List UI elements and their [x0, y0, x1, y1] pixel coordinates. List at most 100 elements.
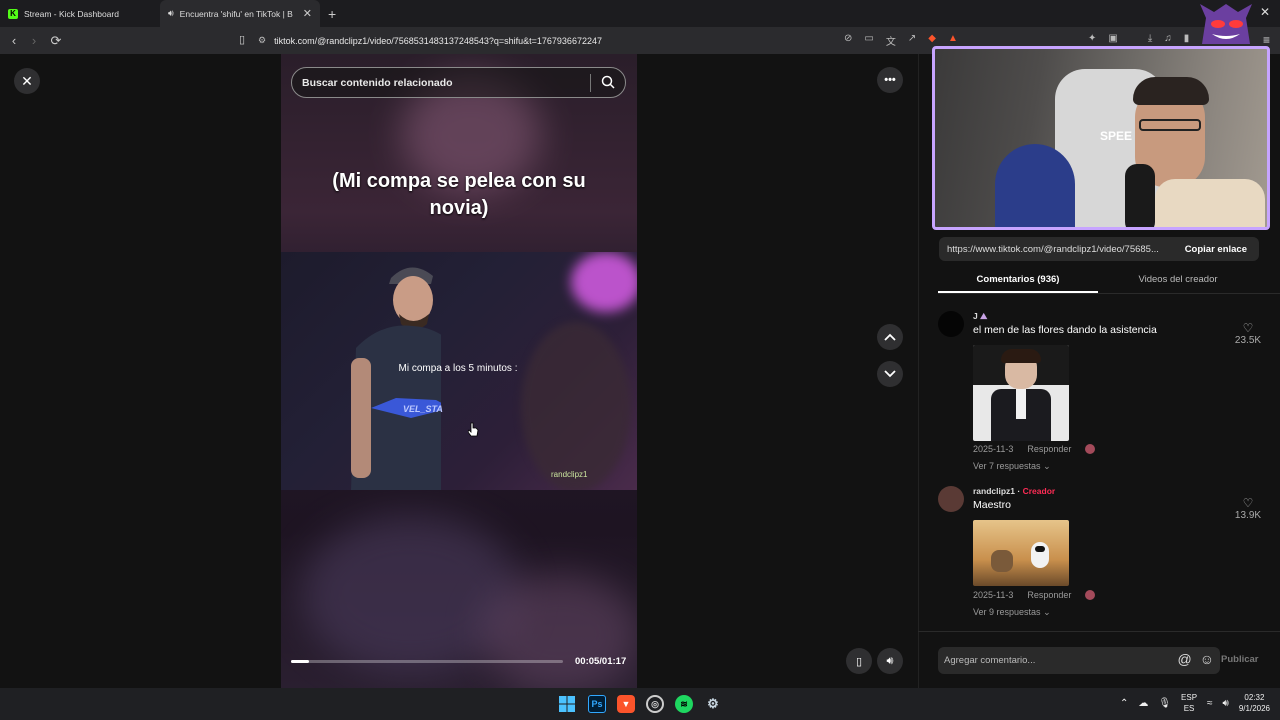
more-options-button[interactable]: •••	[877, 67, 903, 93]
like-count: 23.5K	[1234, 335, 1262, 346]
reply-button[interactable]: Responder	[1027, 590, 1071, 600]
avatar[interactable]	[938, 486, 964, 512]
progress-fill	[291, 660, 309, 663]
volume-button[interactable]: 🔊︎	[877, 648, 903, 674]
spotify-icon[interactable]: ≋	[675, 695, 693, 713]
cast-icon[interactable]: ▭	[864, 33, 873, 48]
avatar[interactable]	[938, 311, 964, 337]
translate-icon[interactable]: 文	[886, 33, 896, 48]
close-tab-icon[interactable]: ✕	[303, 7, 312, 20]
tray-expand-icon[interactable]: ⌃	[1120, 698, 1128, 709]
share-icon[interactable]: ↗	[908, 33, 916, 48]
like-count: 13.9K	[1234, 510, 1262, 521]
system-tray: ⌃ ☁ 🎙︎ ESP ES ≈ 🔊︎ 02:32 9/1/2026	[1120, 692, 1270, 714]
extensions-icon[interactable]: ✦	[1088, 33, 1096, 44]
publish-button[interactable]: Publicar	[1221, 654, 1259, 665]
tab-title: Encuentra 'shifu' en TikTok | B	[179, 8, 293, 19]
liked-by-creator-icon	[1085, 590, 1096, 600]
brave-browser-icon[interactable]: ▼	[617, 695, 635, 713]
comment-text: Maestro	[973, 499, 1011, 511]
view-replies-button[interactable]: Ver 7 respuestas ⌄	[973, 461, 1051, 472]
emoji-icon[interactable]: ☺	[1200, 651, 1214, 667]
kick-icon: K	[8, 8, 18, 19]
add-comment-input[interactable]: Agregar comentario... @ ☺	[938, 647, 1220, 674]
music-icon[interactable]: ♫	[1164, 33, 1172, 44]
tab-comments[interactable]: Comentarios (936)	[938, 268, 1098, 293]
menu-icon[interactable]: ≡	[1263, 33, 1270, 47]
close-window-icon[interactable]: ✕	[1260, 5, 1270, 19]
back-icon[interactable]: ‹	[4, 33, 24, 48]
user-badge-icon: ⛰	[980, 311, 988, 321]
copy-link-button[interactable]: Copiar enlace	[1173, 244, 1259, 255]
onedrive-icon[interactable]: ☁	[1138, 698, 1148, 709]
reload-icon[interactable]: ⟳	[46, 33, 66, 49]
divider	[918, 631, 1280, 632]
video-progress-bar[interactable]	[291, 660, 563, 663]
url-field[interactable]: ⚙ tiktok.com/@randclipz1/video/756853148…	[258, 31, 918, 50]
mouse-cursor-icon	[468, 422, 479, 437]
mention-icon[interactable]: @	[1177, 651, 1191, 667]
forward-icon[interactable]: ›	[24, 33, 44, 48]
steam-icon[interactable]: ⚙	[704, 695, 722, 713]
toolbar-icons: ✦ ▣ ⤓ ♫ ▮	[1088, 33, 1189, 44]
close-video-button[interactable]: ✕	[14, 68, 40, 94]
like-button[interactable]: ♡ 13.9K	[1228, 496, 1268, 521]
windows-taskbar: Ps ▼ ◎ ≋ ⚙ ⌃ ☁ 🎙︎ ESP ES ≈ 🔊︎ 02:32 9/1/…	[0, 688, 1280, 720]
shirt-print: VEL_STA	[403, 404, 443, 414]
obs-icon[interactable]: ◎	[646, 695, 664, 713]
new-tab-button[interactable]: +	[320, 6, 344, 22]
download-icon[interactable]: ⤓	[1148, 33, 1152, 44]
previous-video-button[interactable]	[877, 324, 903, 350]
video-time: 00:05/01:17	[575, 656, 627, 667]
tab-kick-dashboard[interactable]: K Stream - Kick Dashboard	[0, 0, 160, 27]
comment-image[interactable]	[973, 345, 1069, 441]
comment-username[interactable]: randclipz1 · Creador	[973, 486, 1055, 496]
comment-date: 2025-11-3	[973, 444, 1014, 454]
search-icon[interactable]	[601, 75, 615, 89]
view-replies-button[interactable]: Ver 9 respuestas ⌄	[973, 607, 1051, 618]
comment-date: 2025-11-3	[973, 590, 1014, 600]
clock[interactable]: 02:32 9/1/2026	[1239, 692, 1270, 714]
photoshop-icon[interactable]: Ps	[588, 695, 606, 713]
speaker-icon: 🔊︎	[168, 8, 174, 18]
volume-tray-icon[interactable]: 🔊︎	[1223, 698, 1229, 709]
sidebar-icon[interactable]: ▮	[1184, 33, 1190, 44]
comment-image[interactable]	[973, 520, 1069, 586]
comment-username[interactable]: J ⛰	[973, 311, 987, 322]
liked-by-creator-icon	[1085, 444, 1096, 454]
chevron-down-icon: ⌄	[1043, 607, 1051, 617]
gengar-overlay-image	[1200, 4, 1252, 44]
wifi-icon[interactable]: ≈	[1207, 698, 1213, 709]
mini-player-button[interactable]: ▯	[846, 648, 872, 674]
comment-item: J ⛰ el men de las flores dando la asiste…	[938, 311, 1268, 476]
tab-tiktok[interactable]: 🔊︎ Encuentra 'shifu' en TikTok | B ✕	[160, 0, 320, 27]
search-placeholder: Buscar contenido relacionado	[302, 76, 453, 89]
windows-start-icon[interactable]	[558, 695, 576, 713]
video-caption: (Mi compa se pelea con su novia)	[332, 170, 586, 219]
video-clip-frame: Mi compa a los 5 minutos : randclipz1 VE…	[281, 252, 637, 490]
heart-icon: ♡	[1242, 321, 1254, 335]
screen: K Stream - Kick Dashboard 🔊︎ Encuentra '…	[0, 0, 1280, 720]
url-text: tiktok.com/@randclipz1/video/75685314831…	[274, 35, 602, 46]
reply-button[interactable]: Responder	[1027, 444, 1071, 454]
chair-text: SPEE	[1100, 129, 1133, 143]
tab-creator-videos[interactable]: Videos del creador	[1098, 268, 1258, 293]
person-figure	[351, 267, 441, 490]
no-tracking-icon[interactable]: ⊘	[844, 33, 852, 48]
comment-item: randclipz1 · Creador Maestro 2025-11-3 R…	[938, 486, 1268, 626]
next-video-button[interactable]	[877, 361, 903, 387]
like-button[interactable]: ♡ 23.5K	[1228, 321, 1268, 346]
creator-badge: Creador	[1022, 486, 1056, 496]
microphone-icon[interactable]: 🎙︎	[1158, 698, 1171, 709]
language-indicator[interactable]: ESP ES	[1181, 692, 1197, 714]
share-link-row: https://www.tiktok.com/@randclipz1/video…	[939, 237, 1259, 261]
screenshot-icon[interactable]: ▣	[1108, 33, 1117, 44]
add-comment-placeholder: Agregar comentario...	[944, 655, 1036, 666]
bookmark-icon[interactable]: ▯	[232, 33, 252, 46]
search-related-input[interactable]: Buscar contenido relacionado	[291, 67, 626, 98]
heart-icon: ♡	[1242, 496, 1254, 510]
clip-overlay-text: Mi compa a los 5 minutos :	[398, 363, 518, 374]
site-settings-icon[interactable]: ⚙	[258, 35, 266, 46]
chevron-down-icon: ⌄	[1043, 461, 1051, 471]
video-watermark: randclipz1	[551, 470, 588, 479]
